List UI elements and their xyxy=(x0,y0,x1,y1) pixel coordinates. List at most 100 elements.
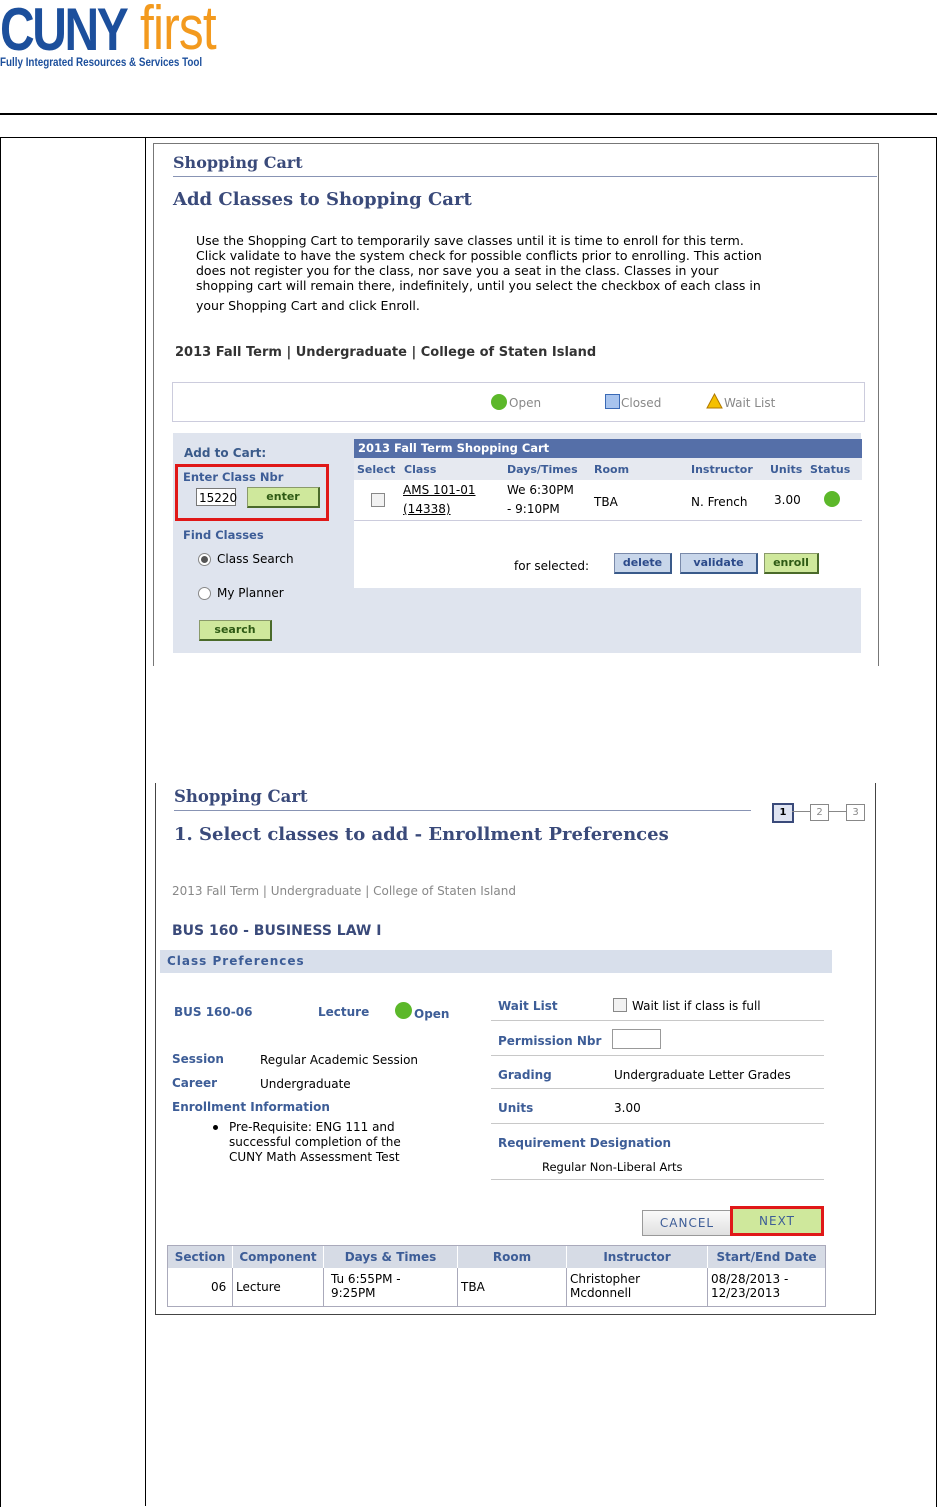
permission-nbr-input[interactable] xyxy=(612,1029,661,1049)
next-button[interactable]: NEXT xyxy=(730,1206,824,1236)
delete-button[interactable]: delete xyxy=(614,553,672,574)
separator xyxy=(491,1055,824,1056)
grid-divider xyxy=(707,1268,708,1306)
grid-col-dates: Start/End Date xyxy=(708,1246,825,1268)
class-nbr-link[interactable]: (14338) xyxy=(403,502,451,516)
grid-component: Lecture xyxy=(236,1280,281,1294)
logo-tagline: Fully Integrated Resources & Services To… xyxy=(0,55,203,69)
header-rule xyxy=(174,810,751,811)
closed-legend-label: Closed xyxy=(621,396,662,410)
units-value: 3.00 xyxy=(614,1101,641,1115)
term-line: 2013 Fall Term | Undergraduate | College… xyxy=(175,345,597,360)
grading-value: Undergraduate Letter Grades xyxy=(614,1068,791,1082)
cart-table-title: 2013 Fall Term Shopping Cart xyxy=(354,439,862,458)
step-1: 1 xyxy=(772,803,794,823)
cancel-button[interactable]: CANCEL xyxy=(642,1210,732,1236)
select-checkbox[interactable] xyxy=(371,493,385,507)
career-label: Career xyxy=(172,1076,218,1090)
career-value: Undergraduate xyxy=(260,1077,351,1091)
shopping-cart-screenshot: Shopping Cart Add Classes to Shopping Ca… xyxy=(153,143,879,666)
page-title: Add Classes to Shopping Cart xyxy=(173,189,472,210)
open-legend-label: Open xyxy=(509,396,542,410)
units: 3.00 xyxy=(774,493,801,507)
days-line2: - 9:10PM xyxy=(507,502,560,516)
find-classes-label: Find Classes xyxy=(183,528,264,542)
wait-list-checkbox[interactable] xyxy=(613,998,627,1012)
grid-divider xyxy=(457,1268,458,1306)
wait-list-label: Wait List xyxy=(498,999,558,1013)
logo-cuny: CUNY xyxy=(0,0,129,63)
grid-instructor-line2: Mcdonnell xyxy=(570,1286,632,1300)
add-to-cart-label: Add to Cart: xyxy=(184,446,267,460)
step-3: 3 xyxy=(846,804,865,821)
room: TBA xyxy=(594,495,618,509)
session-label: Session xyxy=(172,1052,224,1066)
col-status: Status xyxy=(810,463,851,476)
grid-days-line1: Tu 6:55PM - xyxy=(331,1272,401,1286)
section-code: BUS 160-06 xyxy=(174,1005,253,1019)
open-status-icon xyxy=(395,1002,412,1019)
column-divider xyxy=(145,137,146,1506)
grading-label: Grading xyxy=(498,1068,552,1082)
grid-date-line1: 08/28/2013 - xyxy=(711,1272,789,1286)
course-title: BUS 160 - BUSINESS LAW I xyxy=(172,923,382,939)
requirement-label: Requirement Designation xyxy=(498,1136,672,1150)
grid-instructor-line1: Christopher xyxy=(570,1272,641,1286)
term-line: 2013 Fall Term | Undergraduate | College… xyxy=(172,884,516,898)
enroll-button[interactable]: enroll xyxy=(764,553,819,574)
days-line1: We 6:30PM xyxy=(507,483,574,497)
validate-button[interactable]: validate xyxy=(680,553,758,574)
grid-divider xyxy=(232,1268,233,1306)
step-2: 2 xyxy=(810,804,829,821)
section-grid: Section Component Days & Times Room Inst… xyxy=(167,1245,826,1307)
col-room: Room xyxy=(594,463,630,476)
my-planner-radio[interactable] xyxy=(198,587,211,600)
class-link[interactable]: AMS 101-01 xyxy=(403,483,476,497)
wait-list-text: Wait list if class is full xyxy=(632,999,761,1013)
units-label: Units xyxy=(498,1101,534,1115)
grid-date-line2: 12/23/2013 xyxy=(711,1286,781,1300)
shopping-cart-header: Shopping Cart xyxy=(174,787,308,806)
col-units: Units xyxy=(770,463,803,476)
grid-col-room: Room xyxy=(458,1246,567,1268)
closed-icon xyxy=(605,394,620,409)
page-title: 1. Select classes to add - Enrollment Pr… xyxy=(174,824,669,845)
class-preferences-bar: Class Preferences xyxy=(160,950,832,973)
permission-nbr-label: Permission Nbr xyxy=(498,1034,602,1048)
bullet xyxy=(213,1125,218,1130)
status-label: Open xyxy=(414,1007,450,1021)
grid-col-component: Component xyxy=(233,1246,324,1268)
separator xyxy=(491,1123,824,1124)
separator xyxy=(491,1020,824,1021)
grid-col-days-times: Days & Times xyxy=(324,1246,458,1268)
logo-first: first xyxy=(140,0,217,63)
step-connector xyxy=(792,811,810,812)
shopping-cart-header: Shopping Cart xyxy=(173,153,303,172)
wait-legend-label: Wait List xyxy=(724,396,776,410)
search-button[interactable]: search xyxy=(199,620,272,641)
class-search-radio[interactable] xyxy=(198,553,211,566)
session-value: Regular Academic Session xyxy=(260,1053,419,1067)
col-instructor: Instructor xyxy=(691,463,753,476)
instructions: Use the Shopping Cart to temporarily sav… xyxy=(196,233,762,313)
my-planner-label: My Planner xyxy=(217,586,284,600)
enter-class-nbr-highlight xyxy=(175,464,329,521)
step-connector xyxy=(828,811,846,812)
open-status-icon xyxy=(824,491,840,507)
grid-divider xyxy=(566,1268,567,1306)
prerequisite-text: Pre-Requisite: ENG 111 and successful co… xyxy=(229,1120,401,1164)
open-icon xyxy=(491,394,507,410)
grid-divider xyxy=(323,1268,324,1306)
enrollment-info-label: Enrollment Information xyxy=(172,1100,330,1114)
separator xyxy=(491,1088,824,1089)
header-rule xyxy=(173,176,877,177)
wait-list-icon xyxy=(706,393,723,409)
enrollment-preferences-screenshot: Shopping Cart 1 2 3 1. Select classes to… xyxy=(155,783,876,1315)
for-selected-label: for selected: xyxy=(514,559,590,573)
grid-col-section: Section xyxy=(168,1246,233,1268)
grid-section: 06 xyxy=(211,1280,227,1294)
status-legend: Open Closed Wait List xyxy=(172,382,865,422)
grid-days-line2: 9:25PM xyxy=(331,1286,376,1300)
col-class: Class xyxy=(404,463,437,476)
separator xyxy=(491,1179,824,1180)
